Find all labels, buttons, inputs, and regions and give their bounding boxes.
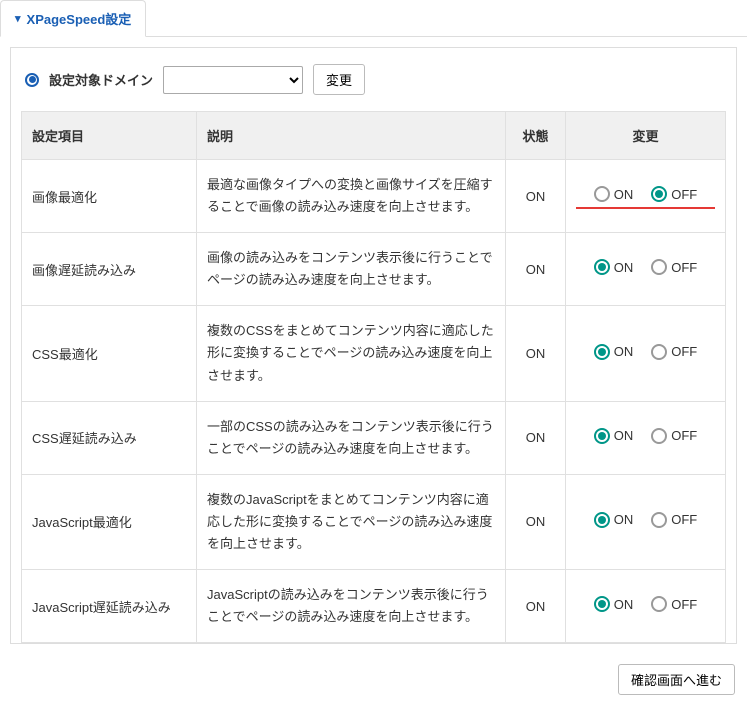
header-state: 状態 [506,112,566,160]
radio-label: OFF [671,428,697,443]
row-desc: 複数のJavaScriptをまとめてコンテンツ内容に適応した形に変換することでペ… [197,474,506,569]
confirm-button[interactable]: 確認画面へ進む [618,664,735,695]
table-row: CSS最適化複数のCSSをまとめてコンテンツ内容に適応した形に変換することでペー… [22,306,726,401]
row-change: ON OFF [566,306,726,401]
radio-on[interactable]: ON [594,428,634,444]
radio-label: ON [614,597,634,612]
tab-xpagespeed[interactable]: ▾ XPageSpeed設定 [0,0,146,37]
radio-icon [594,259,610,275]
row-desc: 最適な画像タイプへの変換と画像サイズを圧縮することで画像の読み込み速度を向上させ… [197,160,506,233]
row-item: CSS遅延読み込み [22,401,197,474]
radio-group: ON OFF [576,344,715,364]
radio-on[interactable]: ON [594,186,634,202]
radio-label: ON [614,512,634,527]
tab-bar: ▾ XPageSpeed設定 [0,0,747,37]
radio-label: OFF [671,260,697,275]
settings-table: 設定項目 説明 状態 変更 画像最適化最適な画像タイプへの変換と画像サイズを圧縮… [21,111,726,643]
domain-row: 設定対象ドメイン 変更 [21,58,726,111]
radio-group: ON OFF [576,596,715,616]
radio-label: OFF [671,597,697,612]
domain-label: 設定対象ドメイン [49,70,153,89]
radio-label: ON [614,260,634,275]
radio-on[interactable]: ON [594,596,634,612]
row-change: ON OFF [566,570,726,643]
radio-icon [594,596,610,612]
row-state: ON [506,233,566,306]
domain-radio-icon[interactable] [25,73,39,87]
domain-change-button[interactable]: 変更 [313,64,365,95]
footer-bar: 確認画面へ進む [0,654,747,705]
row-change: ON OFF [566,160,726,233]
row-change: ON OFF [566,474,726,569]
radio-label: OFF [671,344,697,359]
radio-label: OFF [671,187,697,202]
row-change: ON OFF [566,233,726,306]
header-desc: 説明 [197,112,506,160]
radio-label: ON [614,344,634,359]
row-desc: 画像の読み込みをコンテンツ表示後に行うことでページの読み込み速度を向上させます。 [197,233,506,306]
row-item: 画像最適化 [22,160,197,233]
row-item: JavaScript最適化 [22,474,197,569]
radio-off[interactable]: OFF [651,512,697,528]
radio-icon [594,186,610,202]
chevron-down-icon: ▾ [15,12,21,25]
radio-icon [651,428,667,444]
row-state: ON [506,474,566,569]
radio-on[interactable]: ON [594,259,634,275]
row-state: ON [506,160,566,233]
radio-off[interactable]: OFF [651,344,697,360]
radio-icon [651,512,667,528]
header-item: 設定項目 [22,112,197,160]
radio-group: ON OFF [576,186,715,206]
row-item: CSS最適化 [22,306,197,401]
table-row: 画像最適化最適な画像タイプへの変換と画像サイズを圧縮することで画像の読み込み速度… [22,160,726,233]
radio-off[interactable]: OFF [651,596,697,612]
radio-group: ON OFF [576,428,715,448]
radio-label: OFF [671,512,697,527]
row-desc: 一部のCSSの読み込みをコンテンツ表示後に行うことでページの読み込み速度を向上さ… [197,401,506,474]
radio-label: ON [614,428,634,443]
table-row: CSS遅延読み込み一部のCSSの読み込みをコンテンツ表示後に行うことでページの読… [22,401,726,474]
radio-icon [594,512,610,528]
row-state: ON [506,306,566,401]
header-change: 変更 [566,112,726,160]
row-desc: JavaScriptの読み込みをコンテンツ表示後に行うことでページの読み込み速度… [197,570,506,643]
radio-on[interactable]: ON [594,512,634,528]
radio-off[interactable]: OFF [651,186,697,202]
radio-label: ON [614,187,634,202]
radio-off[interactable]: OFF [651,259,697,275]
row-item: JavaScript遅延読み込み [22,570,197,643]
row-state: ON [506,570,566,643]
row-state: ON [506,401,566,474]
radio-off[interactable]: OFF [651,428,697,444]
radio-group: ON OFF [576,512,715,532]
table-row: 画像遅延読み込み画像の読み込みをコンテンツ表示後に行うことでページの読み込み速度… [22,233,726,306]
radio-icon [651,259,667,275]
tab-label: XPageSpeed設定 [27,9,132,28]
radio-on[interactable]: ON [594,344,634,360]
radio-icon [651,186,667,202]
settings-panel: 設定対象ドメイン 変更 設定項目 説明 状態 変更 画像最適化最適な画像タイプへ… [10,47,737,644]
highlight-underline [576,207,715,209]
radio-icon [651,344,667,360]
radio-group: ON OFF [576,259,715,279]
table-row: JavaScript最適化複数のJavaScriptをまとめてコンテンツ内容に適… [22,474,726,569]
domain-select[interactable] [163,66,303,94]
radio-icon [594,428,610,444]
row-desc: 複数のCSSをまとめてコンテンツ内容に適応した形に変換することでページの読み込み… [197,306,506,401]
radio-icon [651,596,667,612]
radio-icon [594,344,610,360]
row-change: ON OFF [566,401,726,474]
table-row: JavaScript遅延読み込みJavaScriptの読み込みをコンテンツ表示後… [22,570,726,643]
row-item: 画像遅延読み込み [22,233,197,306]
